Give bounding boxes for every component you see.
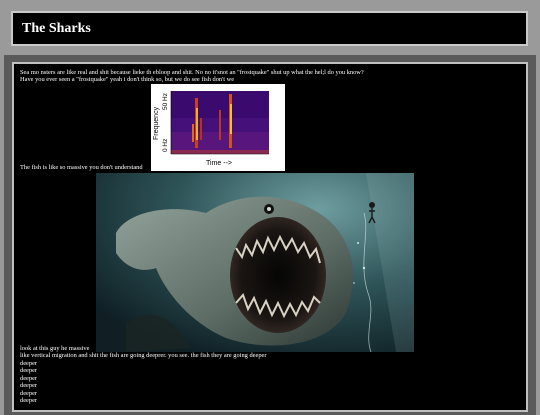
- site-header: The Sharks: [11, 11, 528, 46]
- spectrogram-x-label: Time -->: [206, 160, 232, 167]
- caption-massive-fish: The fish is like so massive you don't un…: [20, 164, 143, 171]
- giant-fish-illustration: [96, 173, 414, 352]
- spectrogram-bottom-tick: 0 Hz: [162, 139, 169, 152]
- spectrogram-image: Frequency 50 Hz 0 Hz Time -->: [151, 84, 285, 171]
- deeper-line: deeper: [20, 397, 38, 404]
- spectrogram-y-label: Frequency: [153, 106, 160, 140]
- content-panel: Sea mo nsters are like real and shit bec…: [12, 62, 528, 412]
- spectrogram-top-tick: 50 Hz: [162, 93, 169, 110]
- site-title: The Sharks: [22, 21, 91, 36]
- deeper-line: deeper: [20, 367, 38, 374]
- deeper-line: deeper: [20, 382, 38, 389]
- paragraph-frostquake: Have you ever seen a "frostquake" yeah i…: [20, 76, 235, 83]
- giant-fish-image: [96, 173, 414, 352]
- paragraph-vertical-migration: like vertical migration and shit the fis…: [20, 352, 267, 359]
- spectrogram-figure: Frequency 50 Hz 0 Hz Time -->: [151, 84, 285, 171]
